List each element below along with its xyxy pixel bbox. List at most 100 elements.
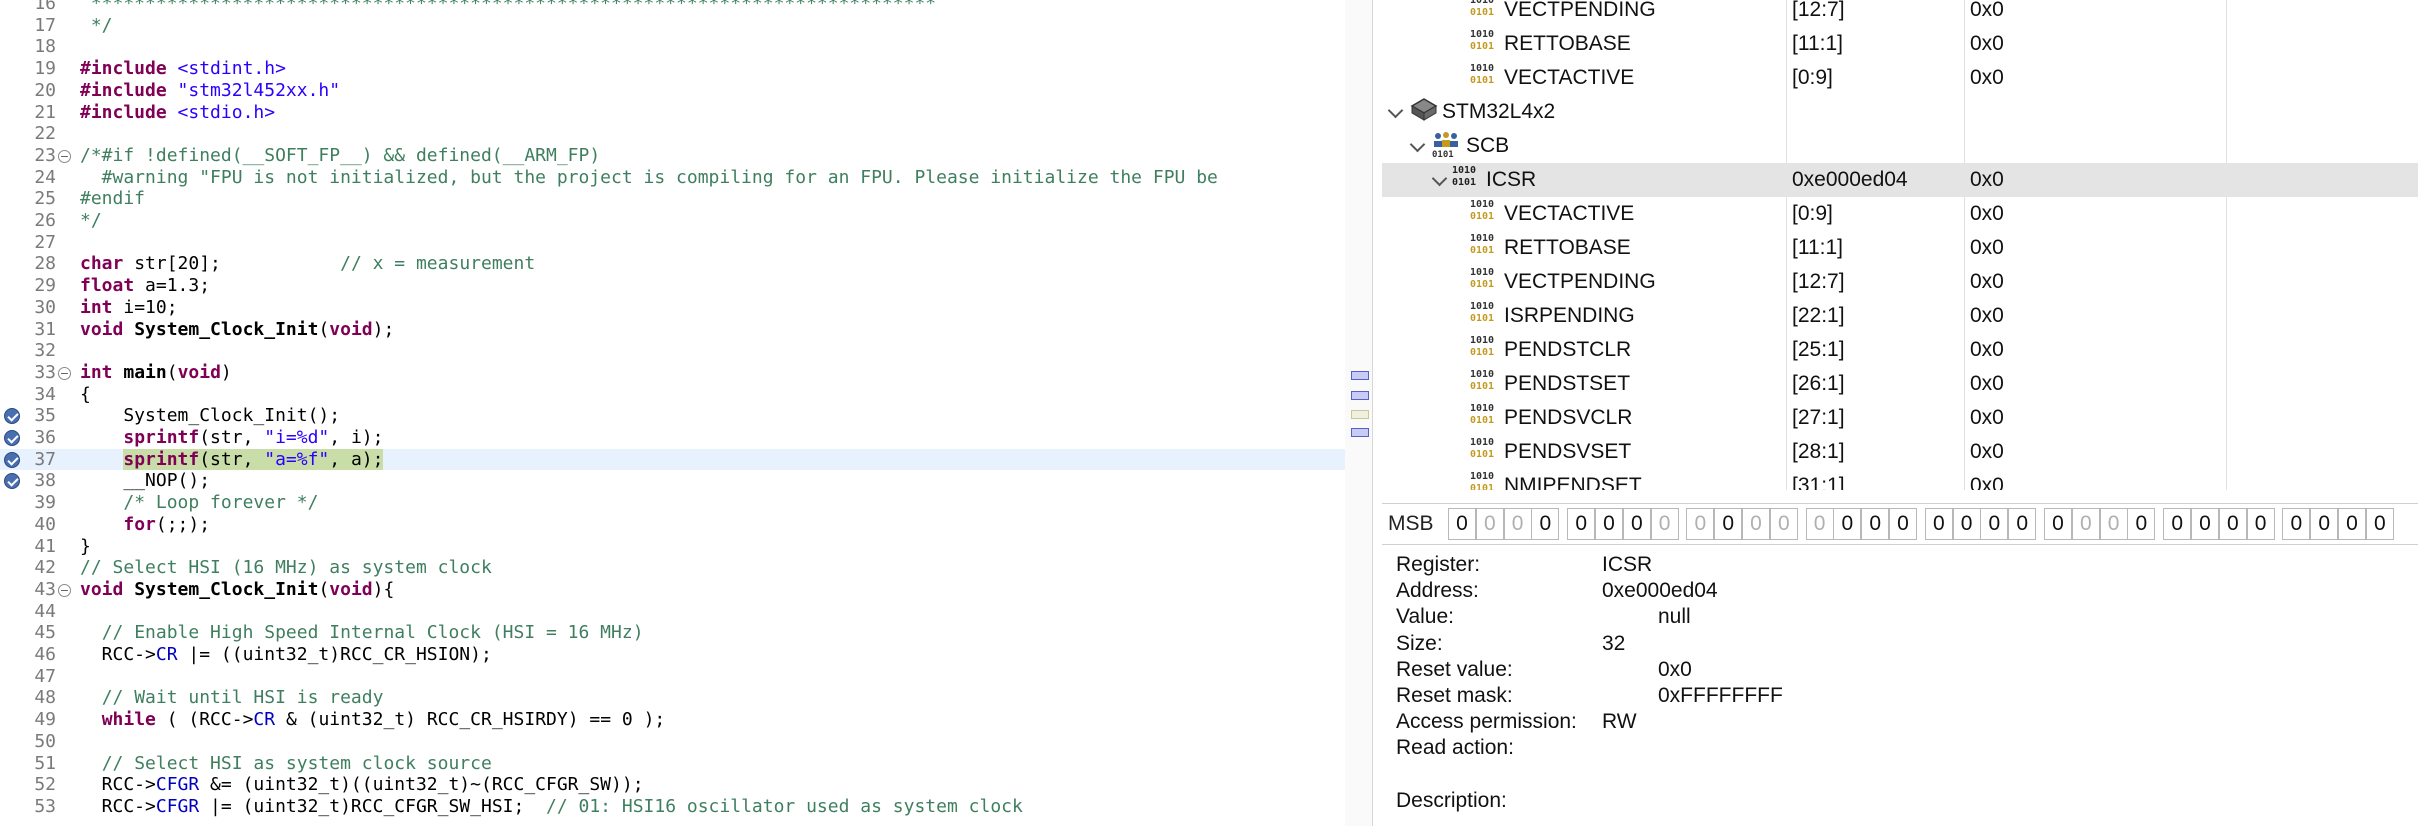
overview-breakpoint-marker[interactable] [1351,428,1369,437]
code-line[interactable]: 21 #include <stdio.h> [0,102,1345,124]
bit-cell[interactable]: 0 [1952,508,1981,540]
bit-cell[interactable]: 0 [1448,508,1476,540]
line-number[interactable]: 22 [0,123,56,145]
code-line[interactable]: 34 { [0,384,1345,406]
code-text[interactable]: for(;;); [80,514,210,536]
bit-cell[interactable]: 0 [1889,508,1917,540]
code-line[interactable]: 26 */ [0,210,1345,232]
register-value-cell[interactable]: 0x0 [1970,0,2004,27]
overview-breakpoint-marker[interactable] [1351,391,1369,400]
register-tree-row-field[interactable]: 1010 0101 RETTOBASE [11:1] 0x0 [1382,231,2418,265]
bit-cell[interactable]: 0 [2218,508,2247,540]
register-value-cell[interactable]: 0x0 [1970,299,2004,333]
bit-cell[interactable]: 0 [1924,508,1953,540]
register-tree-row-field[interactable]: 1010 0101 VECTACTIVE [0:9] 0x0 [1382,61,2418,95]
bit-cell[interactable]: 0 [2071,508,2100,540]
code-text[interactable]: // Select HSI as system clock source [80,753,492,775]
register-value-cell[interactable]: 0x0 [1970,197,2004,231]
code-text[interactable]: System_Clock_Init(); [80,405,340,427]
code-text[interactable]: RCC->CFGR |= (uint32_t)RCC_CFGR_SW_HSI; … [80,796,1023,818]
line-number[interactable]: 39 [0,492,56,514]
line-number[interactable]: 25 [0,188,56,210]
code-text[interactable]: char str[20]; // x = measurement [80,253,535,275]
code-line[interactable]: 42 // Select HSI (16 MHz) as system clock [0,557,1345,579]
register-value-cell[interactable]: 0x0 [1970,27,2004,61]
code-line[interactable]: 38 __NOP(); [0,470,1345,492]
bit-cell[interactable]: 0 [2191,508,2219,540]
code-line[interactable]: 32 [0,340,1345,362]
code-text[interactable]: RCC->CR |= ((uint32_t)RCC_CR_HSION); [80,644,492,666]
bit-cell[interactable]: 0 [2099,508,2128,540]
register-tree-row-field[interactable]: 1010 0101 PENDSVSET [28:1] 0x0 [1382,435,2418,469]
code-line[interactable]: 31 void System_Clock_Init(void); [0,319,1345,341]
code-line[interactable]: 53 RCC->CFGR |= (uint32_t)RCC_CFGR_SW_HS… [0,796,1345,818]
line-number[interactable]: 42 [0,557,56,579]
line-number[interactable]: 41 [0,536,56,558]
code-line[interactable]: 35 System_Clock_Init(); [0,405,1345,427]
bit-cell[interactable]: 0 [2163,508,2192,540]
register-value-cell[interactable]: 0x0 [1970,265,2004,299]
code-text[interactable]: RCC->CFGR &= (uint32_t)((uint32_t)~(RCC_… [80,774,644,796]
register-tree-row-field[interactable]: 1010 0101 ISRPENDING [22:1] 0x0 [1382,299,2418,333]
chevron-down-icon[interactable] [1387,102,1404,119]
line-number[interactable]: 16 [0,0,56,15]
code-line[interactable]: 40 for(;;); [0,514,1345,536]
code-line[interactable]: 36 sprintf(str, "i=%d", i); [0,427,1345,449]
overview-current-line-marker[interactable] [1351,410,1369,419]
line-number[interactable]: 28 [0,253,56,275]
bit-cell[interactable]: 0 [1769,508,1798,540]
code-line-current[interactable]: 37 sprintf(str, "a=%f", a); [0,448,1345,471]
line-number[interactable]: 27 [0,232,56,254]
code-line[interactable]: 51 // Select HSI as system clock source [0,753,1345,775]
fold-toggle-icon[interactable]: − [58,366,71,380]
code-text[interactable]: float a=1.3; [80,275,210,297]
bit-cell[interactable]: 0 [1742,508,1770,540]
register-value-cell[interactable]: 0x0 [1970,163,2004,197]
fold-toggle-icon[interactable]: − [58,583,71,597]
fold-toggle-icon[interactable]: − [58,149,71,163]
bit-cell[interactable]: 0 [2008,508,2037,540]
code-text[interactable]: // Wait until HSI is ready [80,687,384,709]
line-number[interactable]: 31 [0,319,56,341]
bit-cell[interactable]: 0 [2044,508,2072,540]
code-text[interactable]: void System_Clock_Init(void); [80,319,394,341]
code-line[interactable]: 39 /* Loop forever */ [0,492,1345,514]
code-text[interactable]: #include <stdio.h> [80,102,275,124]
line-number[interactable]: 49 [0,709,56,731]
bit-cell[interactable]: 0 [2338,508,2366,540]
register-tree-row-field[interactable]: 1010 0101 VECTPENDING [12:7] 0x0 [1382,265,2418,299]
code-editor[interactable]: 16 *************************************… [0,0,1373,826]
register-value-cell[interactable]: 0x0 [1970,401,2004,435]
bit-cell[interactable]: 0 [2365,508,2394,540]
code-line[interactable]: 28 char str[20]; // x = measurement [0,253,1345,275]
code-text[interactable]: */ [80,210,102,232]
register-value-cell[interactable]: 0x0 [1970,61,2004,95]
line-number[interactable]: 23 [0,145,56,167]
code-line[interactable]: 49 while ( (RCC->CR & (uint32_t) RCC_CR_… [0,709,1345,731]
code-text[interactable]: } [80,536,91,558]
code-text[interactable]: { [80,384,91,406]
line-number[interactable]: 34 [0,384,56,406]
chevron-down-icon[interactable] [1409,136,1426,153]
bit-cell[interactable]: 0 [1650,508,1679,540]
line-number[interactable]: 51 [0,753,56,775]
line-number[interactable]: 32 [0,340,56,362]
code-line[interactable]: 48 // Wait until HSI is ready [0,687,1345,709]
register-tree[interactable]: 1010 0101 VECTPENDING [12:7] 0x0 1010 0101 RETT… [1382,0,2418,490]
bit-cell[interactable]: 0 [2282,508,2311,540]
line-number[interactable]: 53 [0,796,56,818]
breakpoint-icon[interactable] [4,430,20,446]
register-tree-row-field[interactable]: 1010 0101 PENDSTCLR [25:1] 0x0 [1382,333,2418,367]
code-line[interactable]: 27 [0,232,1345,254]
bit-cell[interactable]: 0 [1531,508,1560,540]
register-value-cell[interactable]: 0x0 [1970,435,2004,469]
code-line[interactable]: 19 #include <stdint.h> [0,58,1345,80]
register-tree-row-field[interactable]: 1010 0101 RETTOBASE [11:1] 0x0 [1382,27,2418,61]
line-number[interactable]: 29 [0,275,56,297]
bit-cell[interactable]: 0 [2246,508,2275,540]
bit-cell[interactable]: 0 [1861,508,1890,540]
code-text[interactable]: while ( (RCC->CR & (uint32_t) RCC_CR_HSI… [80,709,666,731]
line-number[interactable]: 50 [0,731,56,753]
code-text[interactable]: #warning "FPU is not initialized, but th… [80,167,1218,189]
code-text[interactable]: __NOP(); [80,470,210,492]
